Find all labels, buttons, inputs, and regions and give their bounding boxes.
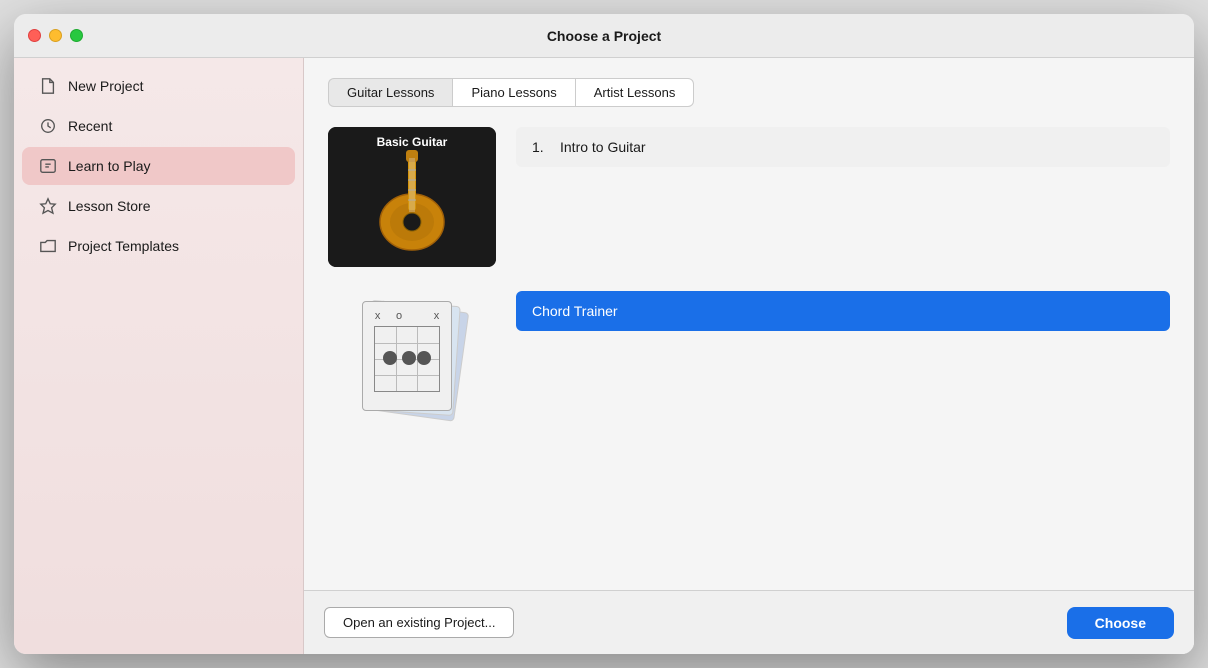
folder-icon bbox=[38, 236, 58, 256]
lesson-row-basic-guitar: Basic Guitar bbox=[328, 127, 1170, 267]
chord-grid bbox=[374, 326, 440, 392]
maximize-button[interactable] bbox=[70, 29, 83, 42]
tab-bar: Guitar Lessons Piano Lessons Artist Less… bbox=[328, 78, 1170, 107]
basic-guitar-thumbnail: Basic Guitar bbox=[328, 127, 496, 267]
chord-dot-2 bbox=[402, 351, 416, 365]
lesson-label-chord-trainer: Chord Trainer bbox=[532, 303, 618, 319]
lesson-item-intro-to-guitar[interactable]: 1. Intro to Guitar bbox=[516, 127, 1170, 167]
chord-trainer-thumbnail: x o x bbox=[328, 291, 496, 431]
tab-piano-lessons[interactable]: Piano Lessons bbox=[452, 78, 574, 107]
chord-x2: x bbox=[434, 310, 440, 322]
chord-o1: o bbox=[396, 310, 402, 322]
window-title: Choose a Project bbox=[547, 28, 661, 44]
chord-x1: x bbox=[375, 310, 381, 322]
clock-icon bbox=[38, 116, 58, 136]
sidebar-label-new-project: New Project bbox=[68, 78, 143, 94]
lesson-num-1: 1. bbox=[532, 139, 552, 155]
title-bar: Choose a Project bbox=[14, 14, 1194, 58]
open-existing-button[interactable]: Open an existing Project... bbox=[324, 607, 514, 638]
guitar-thumb-label: Basic Guitar bbox=[328, 135, 496, 149]
bottom-bar: Open an existing Project... Choose bbox=[304, 590, 1194, 654]
sidebar-label-project-templates: Project Templates bbox=[68, 238, 179, 254]
app-window: Choose a Project New Project bbox=[14, 14, 1194, 654]
sidebar-label-lesson-store: Lesson Store bbox=[68, 198, 151, 214]
sidebar-item-recent[interactable]: Recent bbox=[22, 107, 295, 145]
sidebar-item-lesson-store[interactable]: Lesson Store bbox=[22, 187, 295, 225]
chord-papers: x o x bbox=[352, 301, 472, 421]
guitar-svg bbox=[357, 140, 467, 255]
sidebar-item-new-project[interactable]: New Project bbox=[22, 67, 295, 105]
minimize-button[interactable] bbox=[49, 29, 62, 42]
star-icon bbox=[38, 196, 58, 216]
lesson-list-basic-guitar: 1. Intro to Guitar bbox=[516, 127, 1170, 167]
chord-xo-indicators: x o x bbox=[369, 310, 445, 322]
chord-dot-3 bbox=[417, 351, 431, 365]
main-content-area: Guitar Lessons Piano Lessons Artist Less… bbox=[304, 58, 1194, 590]
guitar-image: Basic Guitar bbox=[328, 127, 496, 267]
choose-button[interactable]: Choose bbox=[1067, 607, 1174, 639]
sidebar-item-project-templates[interactable]: Project Templates bbox=[22, 227, 295, 265]
close-button[interactable] bbox=[28, 29, 41, 42]
tab-guitar-lessons[interactable]: Guitar Lessons bbox=[328, 78, 452, 107]
lesson-list-chord-trainer: Chord Trainer bbox=[516, 291, 1170, 331]
sidebar-item-learn-to-play[interactable]: Learn to Play bbox=[22, 147, 295, 185]
sidebar-label-learn-to-play: Learn to Play bbox=[68, 158, 151, 174]
lessons-area: Basic Guitar bbox=[328, 127, 1170, 431]
main-layout: New Project Recent bbox=[14, 58, 1194, 654]
traffic-lights bbox=[28, 29, 83, 42]
music-icon bbox=[38, 156, 58, 176]
main-panel: Guitar Lessons Piano Lessons Artist Less… bbox=[304, 58, 1194, 654]
sidebar: New Project Recent bbox=[14, 58, 304, 654]
file-icon bbox=[38, 76, 58, 96]
lesson-row-chord-trainer: x o x bbox=[328, 291, 1170, 431]
sidebar-label-recent: Recent bbox=[68, 118, 112, 134]
lesson-label-intro: Intro to Guitar bbox=[560, 139, 646, 155]
chord-paper-front: x o x bbox=[362, 301, 452, 411]
tab-artist-lessons[interactable]: Artist Lessons bbox=[575, 78, 695, 107]
chord-dot-1 bbox=[383, 351, 397, 365]
lesson-item-chord-trainer[interactable]: Chord Trainer bbox=[516, 291, 1170, 331]
